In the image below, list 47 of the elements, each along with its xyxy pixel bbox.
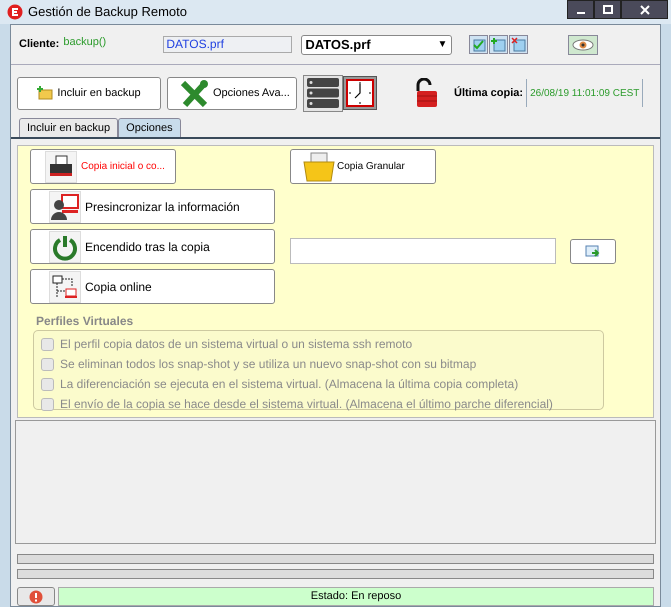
- user-computer-icon: [50, 192, 80, 222]
- alert-icon: [29, 590, 43, 604]
- client-label: Cliente:: [19, 37, 60, 52]
- app-logo-icon: [7, 4, 23, 20]
- error-button[interactable]: [17, 587, 55, 606]
- checkbox-label: El perfil copia datos de un sistema virtual o un sistema ssh remoto: [60, 336, 412, 353]
- maximize-icon: [602, 4, 612, 14]
- folder-icon: [37, 86, 54, 100]
- status-bar: Estado: En reposo: [58, 587, 654, 606]
- close-button[interactable]: [621, 0, 668, 19]
- network-icon: [51, 272, 79, 300]
- option-button[interactable]: Copia online: [30, 269, 275, 304]
- view-button[interactable]: [568, 34, 598, 54]
- minimize-icon: [576, 12, 584, 14]
- option-button[interactable]: Copia inicial o co...: [30, 149, 176, 184]
- server-icon: [306, 77, 340, 109]
- delete-profile-button[interactable]: [509, 35, 528, 54]
- advanced-options-button[interactable]: Opciones Ava...: [167, 76, 297, 110]
- input-field[interactable]: [290, 238, 556, 264]
- folder-icon: [303, 152, 335, 182]
- tools-icon: [180, 78, 210, 108]
- client-value: backup(): [63, 35, 108, 50]
- eye-icon: [572, 38, 594, 50]
- tab[interactable]: Opciones: [118, 118, 181, 137]
- tab[interactable]: Incluir en backup: [19, 118, 118, 137]
- profile-dropdown[interactable]: DATOS.prf ▼: [301, 34, 452, 54]
- profile-field: DATOS.prf: [163, 36, 292, 53]
- open-button[interactable]: [570, 238, 616, 264]
- checkbox-label: Se eliminan todos los snap-shot y se utiliza un nuevo snap-shot con su bitmap: [60, 356, 476, 373]
- window-title: Gestión de Backup Remoto: [28, 3, 187, 22]
- accept-profile-button[interactable]: [469, 35, 488, 54]
- option-button[interactable]: Presincronizar la información: [30, 189, 275, 224]
- include-backup-button[interactable]: Incluir en backup: [17, 76, 161, 110]
- minimize-button[interactable]: [567, 0, 594, 19]
- maximize-button[interactable]: [594, 0, 621, 19]
- section-title: Perfiles Virtuales: [36, 313, 134, 330]
- checkbox-label: La diferenciación se ejecuta en el sistema virtual. (Almacena la última copia completa): [60, 376, 518, 393]
- last-copy-value: 26/08/19 11:01:09 CEST: [526, 79, 644, 107]
- new-profile-button[interactable]: [489, 35, 508, 54]
- last-copy-label: Última copia:: [454, 85, 524, 101]
- clock-icon: [346, 79, 374, 107]
- checkbox-label: El envío de la copia se hace desde el sistema virtual. (Almacena el último parche diferencial): [60, 396, 553, 413]
- option-button[interactable]: Encendido tras la copia: [30, 229, 275, 264]
- server-button[interactable]: [303, 74, 343, 112]
- schedule-button[interactable]: [343, 76, 377, 110]
- close-icon: [640, 4, 650, 14]
- granular-copy-button[interactable]: Copia Granular: [290, 149, 436, 184]
